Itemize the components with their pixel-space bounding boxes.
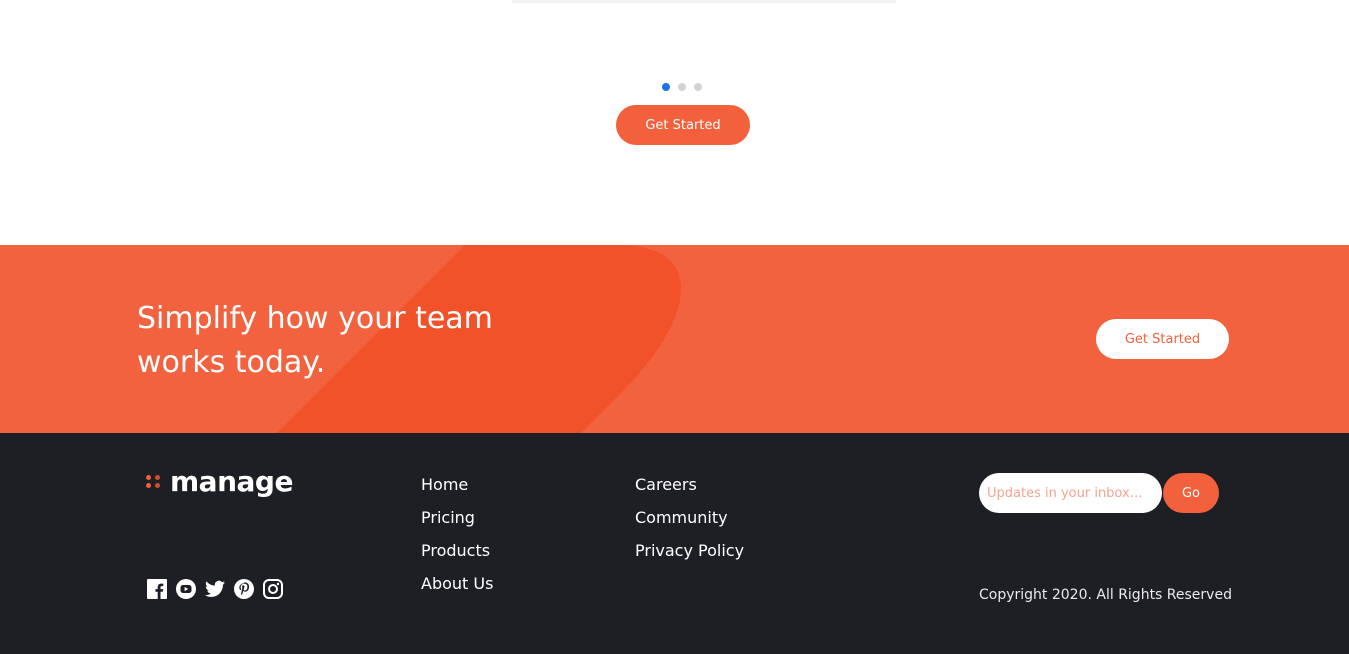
newsletter-form: Go [979,473,1219,513]
twitter-icon[interactable] [205,579,225,599]
banner-get-started-button[interactable]: Get Started [1096,319,1229,359]
facebook-icon[interactable] [147,579,167,599]
cta-banner: Simplify how your team works today. Get … [0,245,1349,433]
instagram-icon[interactable] [263,579,283,599]
logo-mark-icon [146,475,161,488]
carousel-dot-1[interactable] [662,83,670,91]
carousel-edge-divider [512,0,896,3]
footer-nav-primary: Home Pricing Products About Us [421,474,493,595]
footer-link-about-us[interactable]: About Us [421,573,493,595]
pinterest-icon[interactable] [234,579,254,599]
copyright-text: Copyright 2020. All Rights Reserved [979,587,1232,603]
carousel-section: Get Started [0,0,1349,245]
logo-text: manage [170,465,293,498]
footer-nav-secondary: Careers Community Privacy Policy [635,474,744,562]
footer: manage Home Pricing Products About Us Ca… [0,433,1349,654]
carousel-dot-3[interactable] [694,83,702,91]
footer-link-privacy-policy[interactable]: Privacy Policy [635,540,744,562]
footer-link-products[interactable]: Products [421,540,493,562]
newsletter-go-button[interactable]: Go [1163,473,1219,513]
get-started-button[interactable]: Get Started [616,105,750,145]
newsletter-email-input[interactable] [979,473,1162,513]
social-links [147,579,283,599]
banner-title: Simplify how your team works today. [137,301,493,380]
youtube-icon[interactable] [176,579,196,599]
logo[interactable]: manage [146,465,293,498]
footer-link-pricing[interactable]: Pricing [421,507,493,529]
footer-link-home[interactable]: Home [421,474,493,496]
carousel-dots [662,83,702,91]
footer-link-community[interactable]: Community [635,507,744,529]
carousel-dot-2[interactable] [678,83,686,91]
footer-link-careers[interactable]: Careers [635,474,744,496]
